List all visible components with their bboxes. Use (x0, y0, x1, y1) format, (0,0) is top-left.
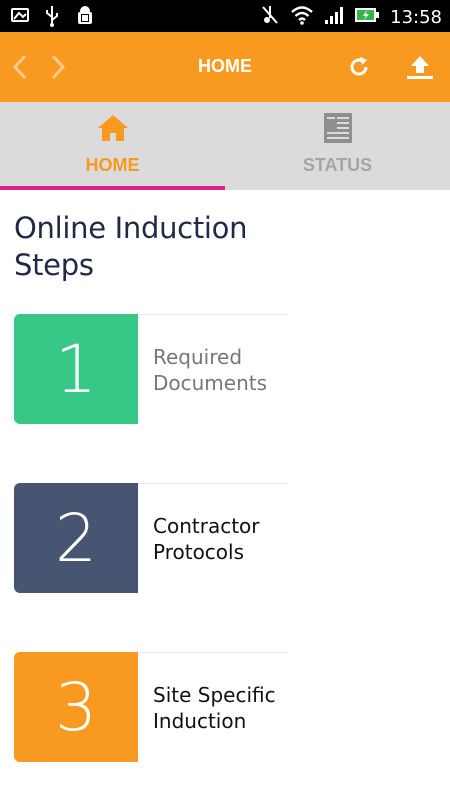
active-tab-indicator (0, 186, 225, 190)
tab-home[interactable]: HOME (0, 102, 225, 190)
android-debug-icon (74, 5, 96, 31)
wifi-icon (290, 5, 314, 29)
signal-icon (324, 5, 344, 29)
step-number: 1 (55, 330, 97, 408)
step-contractor-protocols[interactable]: 2 Contractor Protocols (14, 483, 288, 593)
tab-status[interactable]: STATUS (225, 102, 450, 190)
usb-icon (44, 5, 60, 31)
step-number: 3 (55, 668, 97, 746)
step-site-specific-induction[interactable]: 3 Site Specific Induction (14, 652, 288, 762)
step-label: Site Specific Induction (153, 682, 276, 733)
gallery-icon (10, 5, 30, 31)
status-bar: 13:58 (0, 0, 450, 32)
step-number: 2 (55, 499, 97, 577)
tab-bar: HOME STATUS (0, 102, 450, 190)
step-label: Required Documents (153, 344, 268, 395)
step-card: Contractor Protocols (138, 483, 288, 593)
step-required-documents[interactable]: 1 Required Documents (14, 314, 288, 424)
tab-status-label: STATUS (302, 155, 373, 175)
status-time: 13:58 (390, 6, 442, 28)
step-number-box: 1 (14, 314, 138, 424)
document-list-icon (323, 113, 353, 143)
step-number-box: 2 (14, 483, 138, 593)
battery-charging-icon (354, 7, 380, 27)
upload-button[interactable] (404, 52, 436, 82)
mute-icon (260, 4, 280, 30)
refresh-icon (350, 57, 368, 76)
step-card: Site Specific Induction (138, 652, 288, 762)
tab-home-label: HOME (85, 155, 140, 175)
app-title: HOME (198, 56, 252, 76)
page-title: Online Induction Steps (14, 211, 248, 282)
step-number-box: 3 (14, 652, 138, 762)
refresh-button[interactable] (345, 52, 373, 82)
home-icon (96, 113, 130, 143)
step-label: Contractor Protocols (153, 513, 260, 564)
app-bar: HOME (0, 32, 450, 102)
upload-icon (407, 56, 433, 79)
step-card: Required Documents (138, 314, 288, 424)
